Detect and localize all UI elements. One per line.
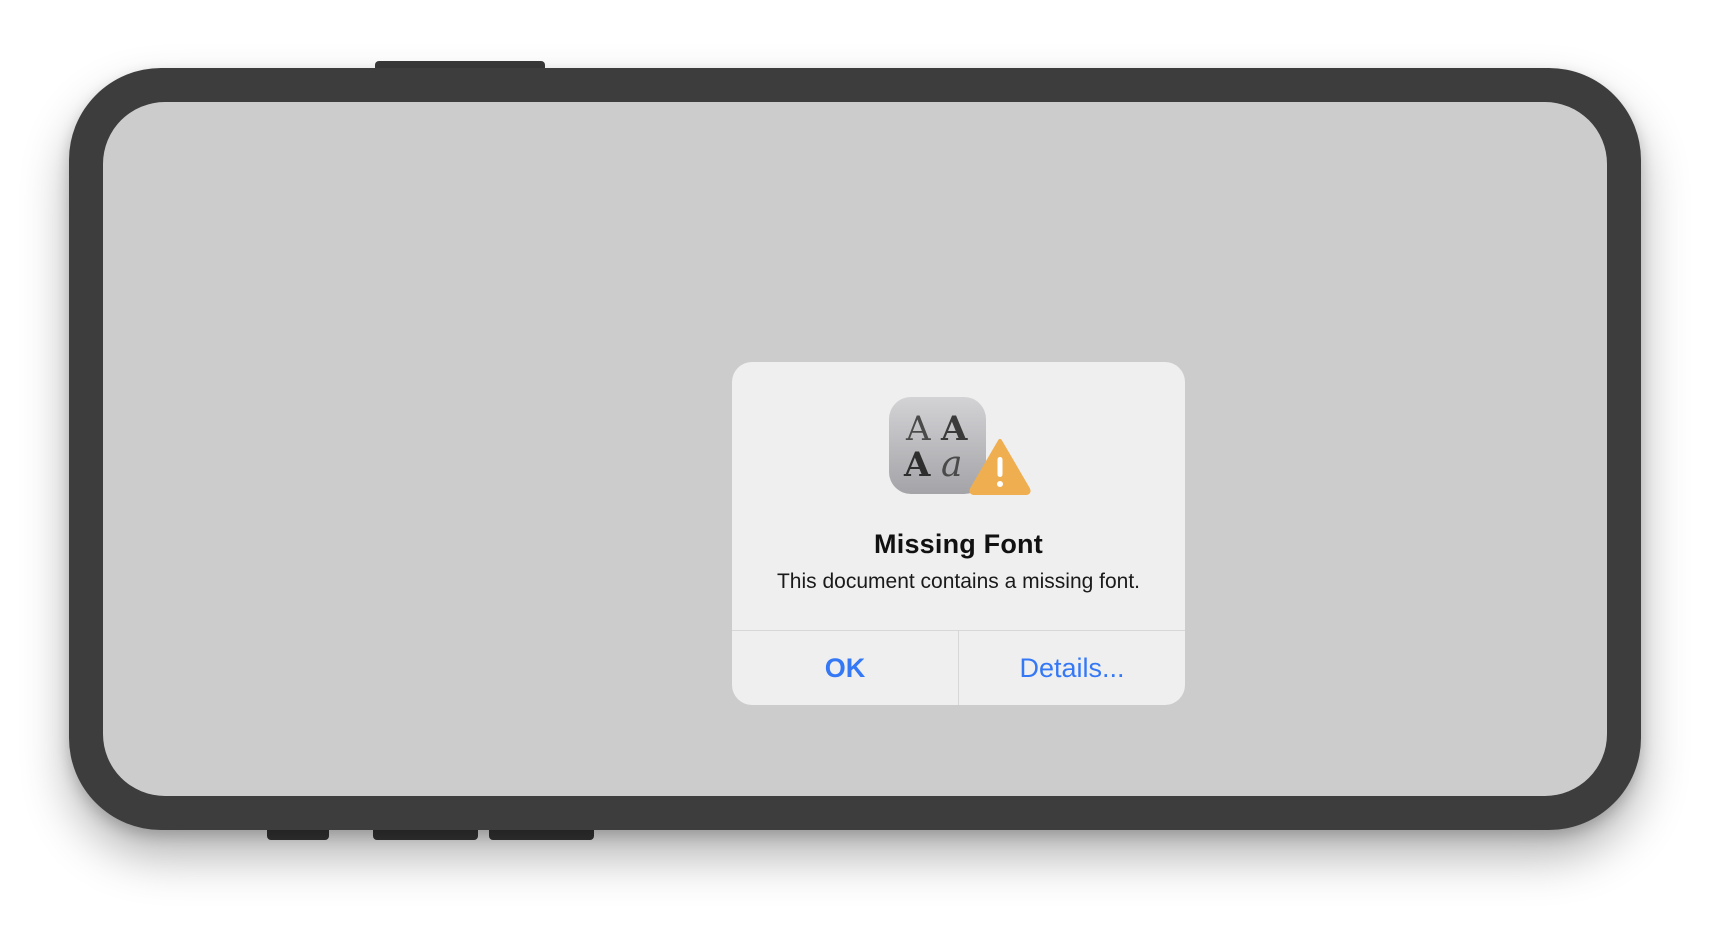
screen: A A A a Missing Font This document conta… <box>103 102 1607 796</box>
warning-icon <box>968 437 1032 495</box>
svg-text:a: a <box>941 444 962 485</box>
missing-font-alert: A A A a Missing Font This document conta… <box>732 362 1185 705</box>
alert-message: This document contains a missing font. <box>776 570 1140 593</box>
device-stage: A A A a Missing Font This document conta… <box>0 0 1710 930</box>
alert-button-row: OK Details... <box>732 630 1185 705</box>
iphone-frame: A A A a Missing Font This document conta… <box>69 68 1641 830</box>
svg-text:A: A <box>940 409 968 449</box>
svg-text:A: A <box>903 445 931 485</box>
alert-icon-group: A A A a <box>889 397 1033 499</box>
ok-button[interactable]: OK <box>732 631 959 705</box>
svg-text:A: A <box>905 409 931 449</box>
alert-title: Missing Font <box>874 529 1043 559</box>
details-button[interactable]: Details... <box>959 631 1185 705</box>
